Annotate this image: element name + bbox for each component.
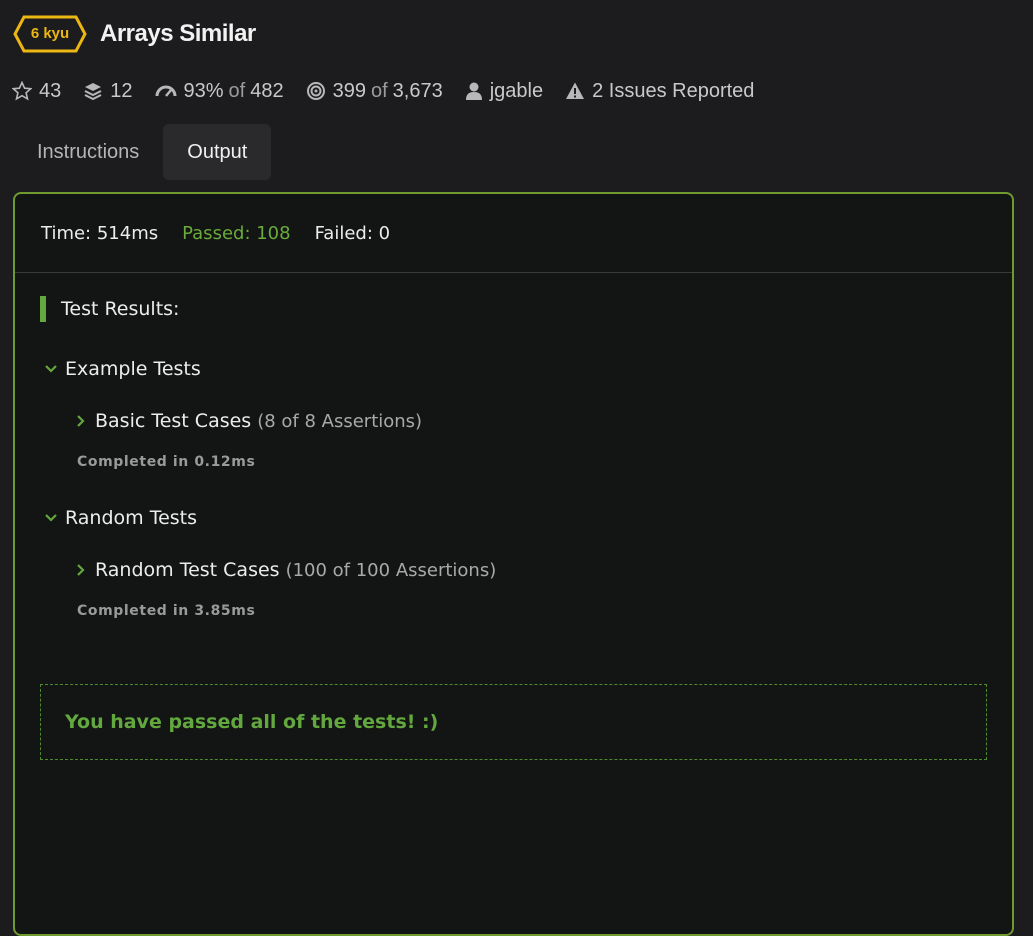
chevron-right-icon xyxy=(77,415,85,427)
user-icon xyxy=(465,82,482,100)
test-results-title: Test Results: xyxy=(61,298,180,320)
group-label: Example Tests xyxy=(65,358,201,380)
author-name: jgable xyxy=(489,79,544,102)
failed-label: Failed: 0 xyxy=(314,222,391,244)
heading-accent-bar xyxy=(40,296,46,322)
test-results-heading: Test Results: xyxy=(40,296,179,322)
chevron-down-icon xyxy=(45,365,57,373)
satisfaction-total: 482 xyxy=(250,79,284,102)
tab-bar: Instructions Output xyxy=(13,124,272,180)
completed-of: of xyxy=(370,79,388,102)
assertion-count: (8 of 8 Assertions) xyxy=(257,410,423,432)
issues-stat[interactable]: 2 Issues Reported xyxy=(565,80,754,103)
rank-badge: 6 kyu xyxy=(13,15,87,53)
collections-stat[interactable]: 12 xyxy=(83,79,133,103)
completed-time: Completed in 0.12ms xyxy=(77,454,256,470)
test-case-name: Basic Test Cases xyxy=(95,410,252,432)
satisfaction-of: of xyxy=(228,79,246,102)
target-icon xyxy=(306,82,325,100)
stars-count: 43 xyxy=(39,79,62,102)
test-case-row[interactable]: Random Test Cases (100 of 100 Assertions… xyxy=(75,557,496,583)
time-label: Time: 514ms xyxy=(41,222,159,244)
satisfaction-percent: 93% xyxy=(183,79,224,102)
output-panel: Time: 514ms Passed: 108 Failed: 0 Test R… xyxy=(13,192,1014,936)
gauge-icon xyxy=(155,85,176,97)
passed-label: Passed: 108 xyxy=(182,222,291,244)
completed-count: 399 xyxy=(332,79,366,102)
tab-instructions[interactable]: Instructions xyxy=(13,124,163,180)
assertion-count: (100 of 100 Assertions) xyxy=(285,559,497,581)
warning-icon xyxy=(566,82,585,99)
group-header[interactable]: Example Tests xyxy=(44,356,422,382)
chevron-right-icon xyxy=(77,564,85,576)
group-label: Random Tests xyxy=(65,507,198,529)
author-stat[interactable]: jgable xyxy=(465,80,543,103)
issues-label: 2 Issues Reported xyxy=(592,79,755,102)
rank-label: 6 kyu xyxy=(30,25,70,42)
test-group-random: Random Tests Random Test Cases (100 of 1… xyxy=(44,505,496,619)
chevron-down-icon xyxy=(45,514,57,522)
kata-stats: 43 12 93% of 482 399 of 3,673 jgable 2 I… xyxy=(12,76,776,106)
tab-output[interactable]: Output xyxy=(163,124,272,180)
star-icon xyxy=(12,81,32,101)
satisfaction-stat: 93% of 482 xyxy=(155,80,284,103)
test-case-name: Random Test Cases xyxy=(95,559,280,581)
layers-icon xyxy=(84,83,102,101)
test-case-row[interactable]: Basic Test Cases (8 of 8 Assertions) xyxy=(75,408,422,434)
kata-header: 6 kyu Arrays Similar xyxy=(13,14,256,54)
kata-title: Arrays Similar xyxy=(100,20,256,47)
completed-stat: 399 of 3,673 xyxy=(306,80,443,103)
completed-time: Completed in 3.85ms xyxy=(77,603,256,619)
collections-count: 12 xyxy=(110,79,133,102)
pass-message: You have passed all of the tests! :) xyxy=(65,711,439,733)
test-summary: Time: 514ms Passed: 108 Failed: 0 xyxy=(15,194,1012,273)
pass-message-box: You have passed all of the tests! :) xyxy=(40,684,987,760)
completed-total: 3,673 xyxy=(392,79,443,102)
stars-stat[interactable]: 43 xyxy=(12,80,61,103)
test-group-example: Example Tests Basic Test Cases (8 of 8 A… xyxy=(44,356,422,470)
group-header[interactable]: Random Tests xyxy=(44,505,496,531)
